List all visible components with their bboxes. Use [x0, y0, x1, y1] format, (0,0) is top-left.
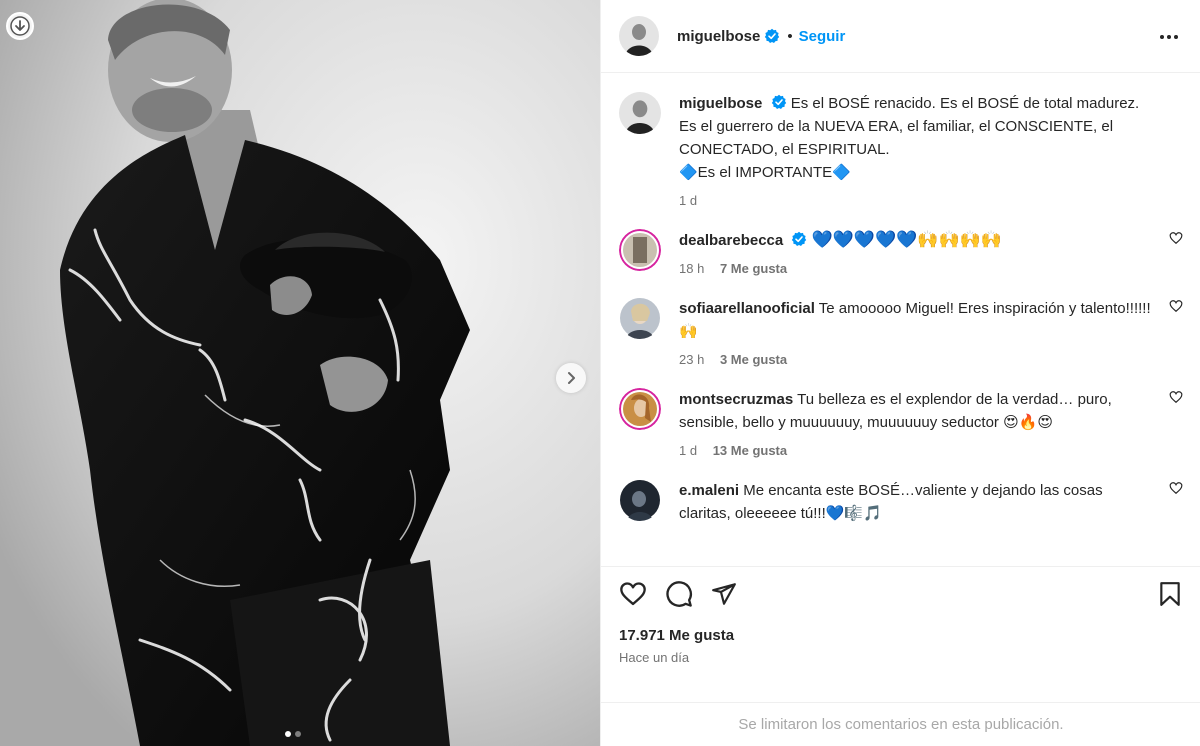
avatar[interactable]: [619, 16, 659, 56]
likes-count[interactable]: 17.971 Me gusta: [619, 627, 1183, 644]
comment-item: sofiaarellanooficial Te amooooo Miguel! …: [619, 297, 1183, 368]
post-dialog: miguelbose • Seguir miguelbose Es el BOS…: [0, 0, 1200, 746]
comment-button[interactable]: [665, 580, 693, 608]
comment-meta: 18 h 7 Me gusta: [679, 261, 1153, 277]
comment-like-heart-icon[interactable]: [1169, 390, 1183, 404]
comment-username[interactable]: dealbarebecca: [679, 232, 783, 249]
comment-body: dealbarebecca 💙💙💙💙💙🙌🙌🙌🙌 18 h 7 Me gusta: [679, 229, 1153, 277]
post-actions: 17.971 Me gusta Hace un día: [601, 566, 1200, 665]
comment-text: 💙💙💙💙💙🙌🙌🙌🙌: [811, 230, 1003, 250]
profile-picture: [620, 298, 660, 339]
comment-body: montsecruzmas Tu belleza es el explendor…: [679, 388, 1153, 459]
caption-username[interactable]: miguelbose: [679, 95, 762, 112]
separator-dot: •: [787, 27, 793, 45]
comment-text: Me encanta este BOSÉ…valiente y dejando …: [679, 482, 1103, 522]
comment-like-heart-icon[interactable]: [1169, 299, 1183, 313]
download-button[interactable]: [6, 12, 34, 40]
profile-picture: [619, 388, 661, 430]
post-photo[interactable]: [0, 0, 600, 746]
carousel-next-button[interactable]: [556, 363, 586, 393]
caption-body: miguelbose Es el BOSÉ renacido. Es el BO…: [679, 92, 1153, 209]
arrow-down-icon: [10, 16, 30, 36]
post-date[interactable]: Hace un día: [619, 650, 1183, 665]
more-options-icon[interactable]: [1158, 26, 1180, 48]
comment-item: dealbarebecca 💙💙💙💙💙🙌🙌🙌🙌 18 h 7 Me gusta: [619, 229, 1183, 277]
share-button[interactable]: [711, 581, 737, 607]
caption-text-line1: Es el BOSÉ renacido. Es el BOSÉ de total…: [790, 95, 1140, 112]
post-author-username[interactable]: miguelbose: [677, 28, 760, 45]
comment-meta: 23 h 3 Me gusta: [679, 352, 1153, 368]
profile-picture: [620, 480, 660, 521]
post-caption: miguelbose Es el BOSÉ renacido. Es el BO…: [619, 92, 1183, 209]
comment-like-heart-icon[interactable]: [1169, 481, 1183, 495]
caption-text-line3: 🔷Es el IMPORTANTE🔷: [679, 164, 851, 181]
portrait-image: [0, 0, 600, 746]
comment-likes[interactable]: 7 Me gusta: [720, 261, 787, 276]
verified-badge-icon: [765, 28, 780, 43]
profile-picture: [619, 229, 661, 271]
caption-text-line2: Es el guerrero de la NUEVA ERA, el famil…: [679, 118, 1114, 158]
comment-likes[interactable]: 3 Me gusta: [720, 352, 787, 367]
caption-timestamp[interactable]: 1 d: [679, 193, 697, 208]
post-header: miguelbose • Seguir: [601, 0, 1200, 73]
action-bar: [619, 580, 1183, 608]
comment-item: e.maleni Me encanta este BOSÉ…valiente y…: [619, 479, 1183, 525]
follow-button[interactable]: Seguir: [799, 28, 846, 45]
heart-icon: [620, 582, 646, 606]
carousel-dot: [295, 731, 301, 737]
avatar[interactable]: [619, 388, 661, 430]
comment-username[interactable]: montsecruzmas: [679, 391, 793, 408]
avatar[interactable]: [619, 229, 661, 271]
comments-limited-notice: Se limitaron los comentarios en esta pub…: [601, 702, 1200, 746]
comment-likes[interactable]: 13 Me gusta: [713, 443, 787, 458]
comment-timestamp[interactable]: 18 h: [679, 261, 704, 276]
profile-picture: [619, 92, 661, 134]
comment-meta: 1 d 13 Me gusta: [679, 443, 1153, 459]
save-button[interactable]: [1157, 581, 1183, 607]
comment-body: e.maleni Me encanta este BOSÉ…valiente y…: [679, 479, 1153, 525]
post-side-panel: miguelbose • Seguir miguelbose Es el BOS…: [600, 0, 1200, 746]
carousel-dots: [285, 731, 301, 737]
comment-item: montsecruzmas Tu belleza es el explendor…: [619, 388, 1183, 459]
verified-badge-icon: [771, 94, 786, 109]
avatar[interactable]: [619, 297, 661, 339]
profile-picture: [619, 16, 659, 56]
paper-plane-icon: [712, 583, 736, 605]
avatar[interactable]: [619, 479, 661, 521]
carousel-dot-active: [285, 731, 291, 737]
comment-body: sofiaarellanooficial Te amooooo Miguel! …: [679, 297, 1153, 368]
verified-badge-icon: [792, 231, 807, 246]
comment-like-heart-icon[interactable]: [1169, 231, 1183, 245]
caption-meta: 1 d: [679, 193, 1153, 209]
comment-username[interactable]: e.maleni: [679, 482, 739, 499]
chevron-right-icon: [568, 372, 575, 384]
bookmark-icon: [1160, 582, 1180, 606]
comment-username[interactable]: sofiaarellanooficial: [679, 300, 815, 317]
comments-list[interactable]: miguelbose Es el BOSÉ renacido. Es el BO…: [601, 74, 1200, 566]
comment-timestamp[interactable]: 1 d: [679, 443, 697, 458]
avatar[interactable]: [619, 92, 661, 134]
comment-bubble-icon: [666, 581, 692, 607]
comment-timestamp[interactable]: 23 h: [679, 352, 704, 367]
like-button[interactable]: [619, 580, 647, 608]
